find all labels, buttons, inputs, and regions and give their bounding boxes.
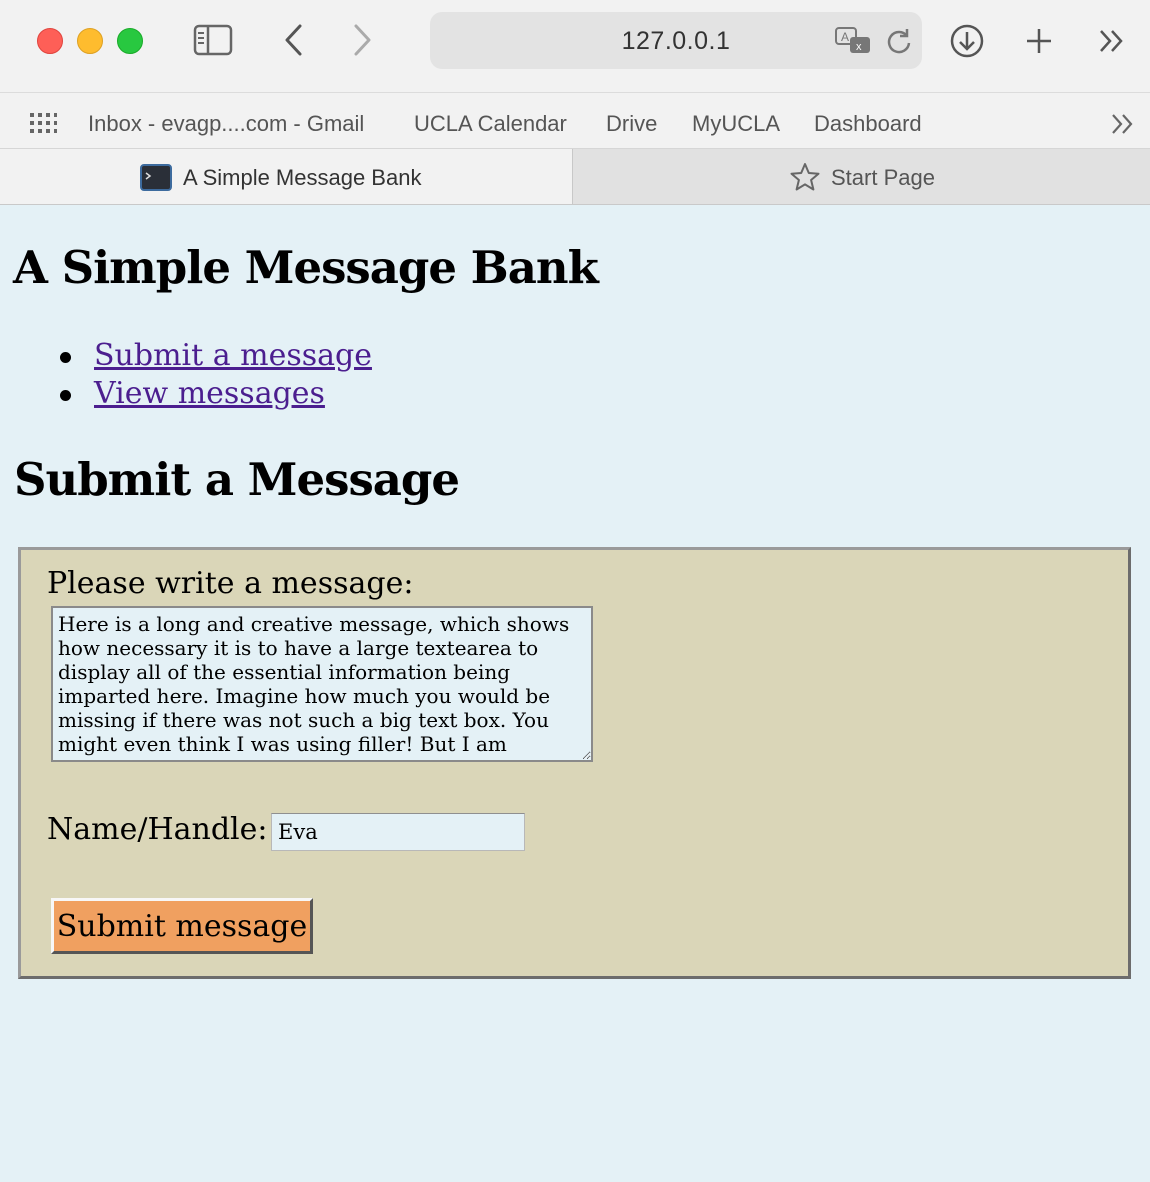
name-label: Name/Handle: bbox=[47, 812, 268, 847]
svg-text:A: A bbox=[841, 30, 849, 44]
bookmark-dashboard[interactable]: Dashboard bbox=[814, 111, 922, 137]
browser-toolbar: 127.0.0.1 Ax bbox=[0, 0, 1150, 92]
new-tab-icon[interactable] bbox=[1022, 24, 1056, 58]
tab-start-page[interactable]: Start Page bbox=[572, 149, 1150, 205]
bookmark-ucla-calendar[interactable]: UCLA Calendar bbox=[414, 111, 567, 137]
forward-icon[interactable] bbox=[350, 22, 376, 58]
bookmark-myucla[interactable]: MyUCLA bbox=[692, 111, 780, 137]
submit-message-button[interactable]: Submit message bbox=[51, 898, 313, 954]
section-title: Submit a Message bbox=[14, 453, 460, 506]
address-bar[interactable]: 127.0.0.1 Ax bbox=[430, 12, 922, 69]
overflow-icon[interactable] bbox=[1096, 26, 1128, 56]
tab-start-page-label: Start Page bbox=[831, 165, 935, 190]
terminal-icon bbox=[140, 164, 172, 191]
minimize-window-button[interactable] bbox=[77, 28, 103, 54]
reload-icon[interactable] bbox=[884, 25, 914, 57]
translate-icon[interactable]: Ax bbox=[834, 26, 872, 56]
download-icon[interactable] bbox=[948, 22, 986, 60]
svg-text:x: x bbox=[856, 41, 862, 53]
tab-bar: A Simple Message Bank Start Page bbox=[0, 148, 1150, 205]
back-icon[interactable] bbox=[280, 22, 306, 58]
bookmark-drive[interactable]: Drive bbox=[606, 111, 657, 137]
zoom-window-button[interactable] bbox=[117, 28, 143, 54]
nav-item-view: View messages bbox=[52, 375, 372, 413]
nav-item-submit: Submit a message bbox=[52, 337, 372, 375]
message-form: Please write a message: Here is a long a… bbox=[18, 547, 1131, 979]
page-title: A Simple Message Bank bbox=[13, 241, 599, 294]
message-label: Please write a message: bbox=[47, 566, 414, 601]
star-icon bbox=[790, 162, 820, 192]
close-window-button[interactable] bbox=[37, 28, 63, 54]
submit-message-link[interactable]: Submit a message bbox=[94, 338, 372, 373]
tab-message-bank-label: A Simple Message Bank bbox=[183, 165, 422, 190]
page-content: A Simple Message Bank Submit a message V… bbox=[0, 205, 1150, 1182]
message-textarea[interactable]: Here is a long and creative message, whi… bbox=[51, 606, 593, 762]
sidebar-icon[interactable] bbox=[192, 23, 234, 57]
tab-message-bank[interactable]: A Simple Message Bank bbox=[0, 149, 572, 205]
name-input[interactable] bbox=[271, 813, 525, 851]
nav-list: Submit a message View messages bbox=[52, 337, 372, 413]
bookmarks-overflow-icon[interactable] bbox=[1108, 111, 1138, 137]
bookmark-gmail[interactable]: Inbox - evagp....com - Gmail bbox=[88, 111, 364, 137]
view-messages-link[interactable]: View messages bbox=[94, 376, 325, 411]
bookmarks-bar: Inbox - evagp....com - Gmail UCLA Calend… bbox=[0, 93, 1150, 148]
grid-icon[interactable] bbox=[28, 111, 58, 135]
